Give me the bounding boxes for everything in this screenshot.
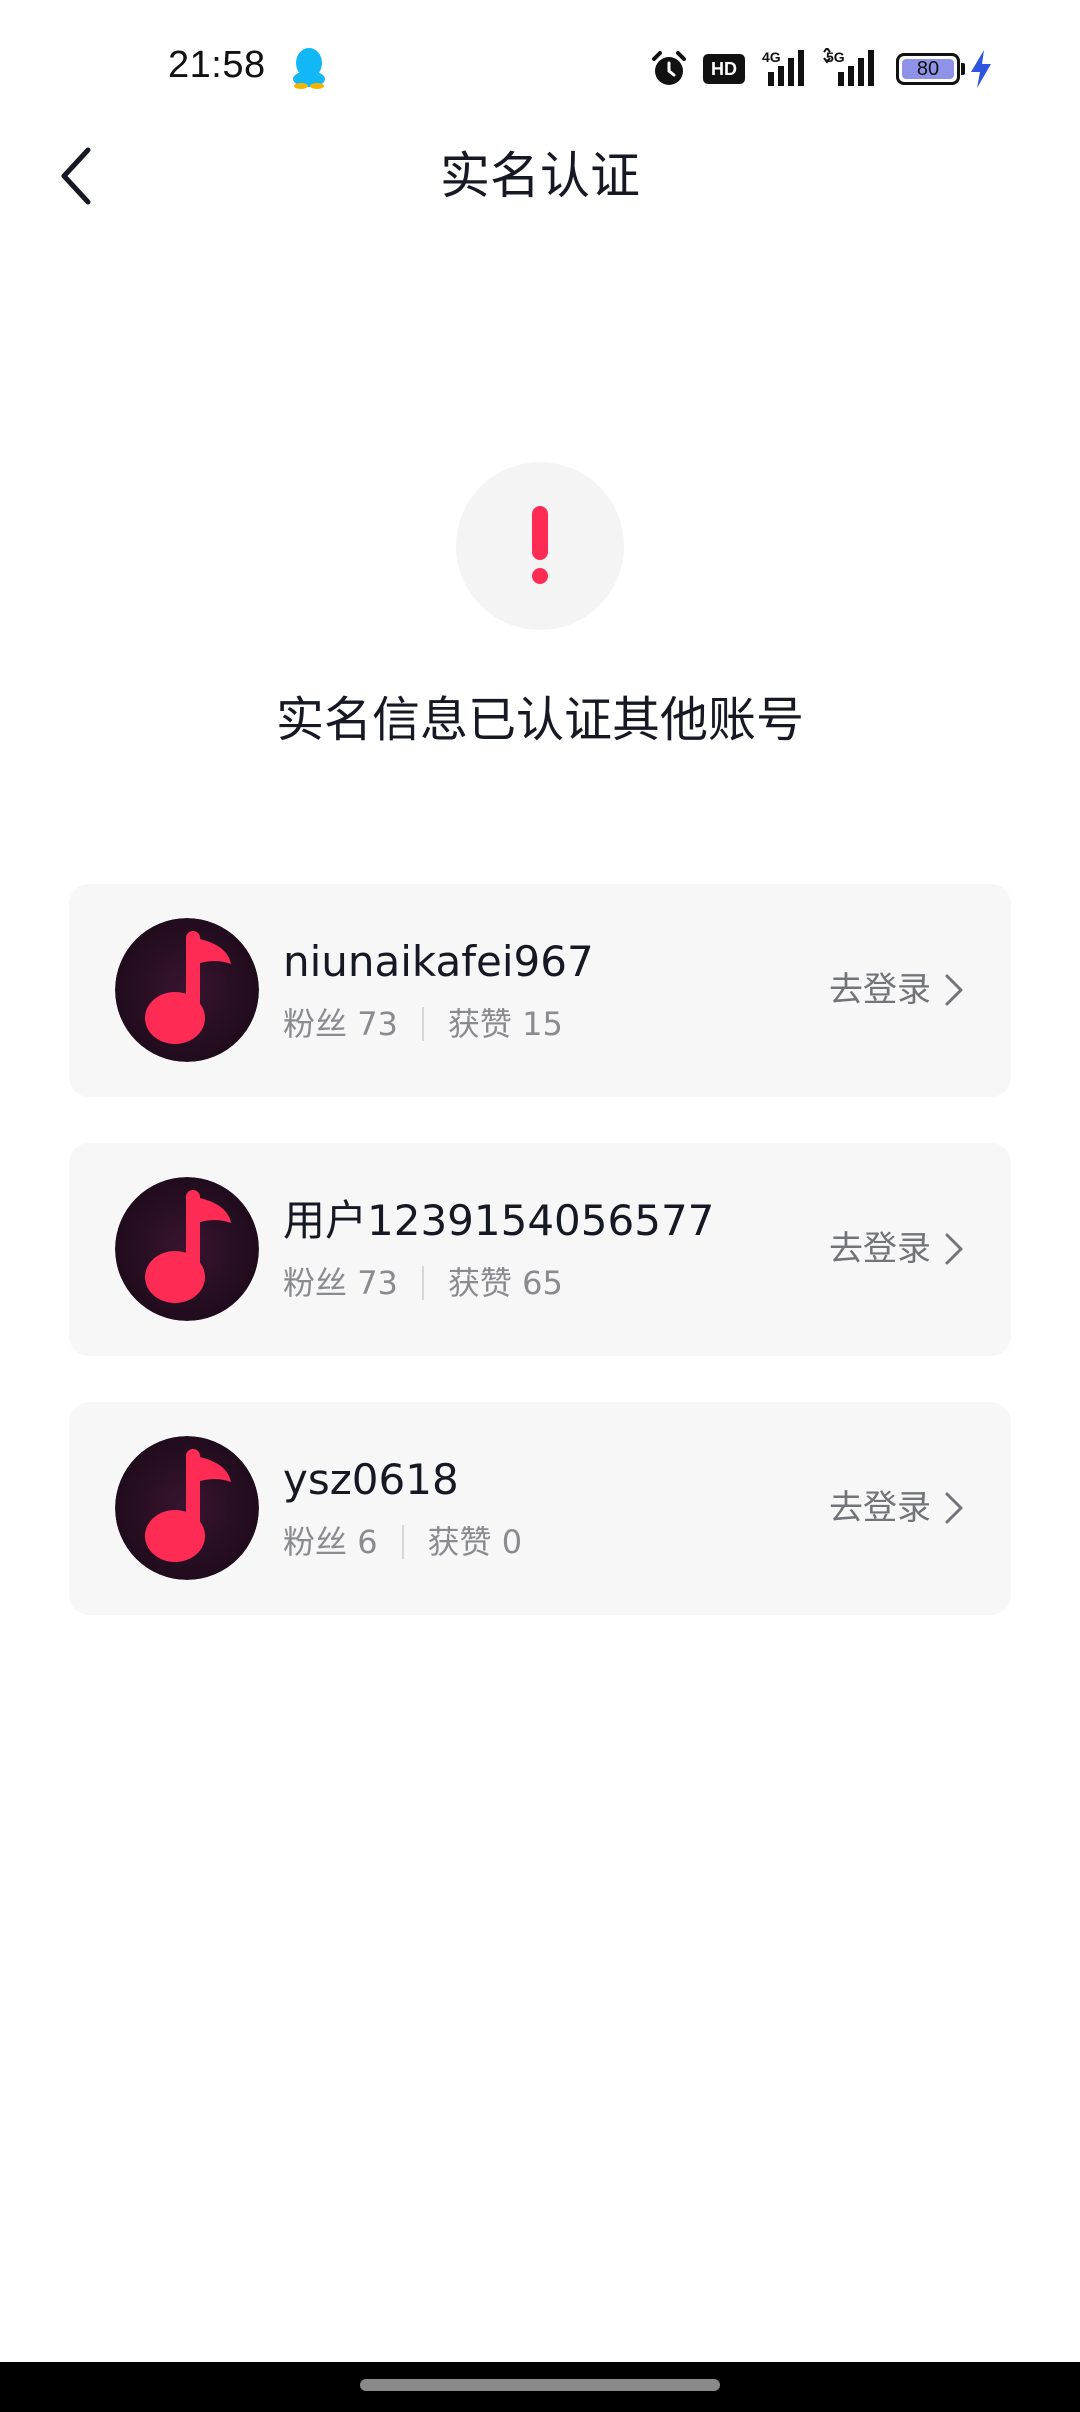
avatar xyxy=(115,1177,259,1321)
likes-count: 15 xyxy=(522,1005,563,1043)
account-stats: 粉丝 73 获赞 65 xyxy=(283,1261,563,1305)
account-name: niunaikafei967 xyxy=(283,937,594,986)
fans-count: 73 xyxy=(357,1005,398,1043)
status-bar: 21:58 HD 4G 5G 80 xyxy=(0,0,1080,140)
account-card[interactable]: ysz0618 粉丝 6 获赞 0 去登录 xyxy=(69,1402,1011,1615)
hd-icon: HD xyxy=(703,54,745,84)
music-note-icon xyxy=(115,1177,259,1321)
avatar xyxy=(115,1436,259,1580)
alert-message: 实名信息已认证其他账号 xyxy=(275,692,804,748)
fans-label: 粉丝 xyxy=(283,1523,348,1561)
page-title: 实名认证 xyxy=(440,147,640,205)
chevron-right-icon xyxy=(945,1492,963,1524)
likes-label: 获赞 xyxy=(427,1523,492,1561)
account-list: niunaikafei967 粉丝 73 获赞 15 去登录 用户1239154… xyxy=(69,884,1011,1661)
stat-divider xyxy=(401,1525,404,1559)
music-note-icon xyxy=(115,918,259,1062)
signal-5g-icon: 5G xyxy=(823,48,874,86)
qq-icon xyxy=(293,48,325,89)
alarm-icon xyxy=(652,51,686,85)
go-login-button[interactable]: 去登录 xyxy=(829,962,965,1018)
likes-count: 65 xyxy=(522,1264,563,1302)
svg-text:4G: 4G xyxy=(762,49,781,65)
alert-badge xyxy=(456,462,624,630)
account-card[interactable]: 用户1239154056577 粉丝 73 获赞 65 去登录 xyxy=(69,1143,1011,1356)
music-note-icon xyxy=(115,1436,259,1580)
fans-count: 73 xyxy=(357,1264,398,1302)
account-stats: 粉丝 73 获赞 15 xyxy=(283,1002,563,1046)
chevron-left-icon xyxy=(61,147,91,205)
fans-count: 6 xyxy=(357,1523,378,1561)
status-time: 21:58 xyxy=(168,44,266,86)
likes-label: 获赞 xyxy=(447,1005,512,1043)
avatar xyxy=(115,918,259,1062)
stat-divider xyxy=(421,1266,424,1300)
back-button[interactable] xyxy=(46,140,106,212)
stat-divider xyxy=(421,1007,424,1041)
account-card[interactable]: niunaikafei967 粉丝 73 获赞 15 去登录 xyxy=(69,884,1011,1097)
fans-label: 粉丝 xyxy=(283,1005,348,1043)
go-login-label: 去登录 xyxy=(829,970,931,1010)
account-name: ysz0618 xyxy=(283,1455,459,1504)
exclamation-icon xyxy=(532,506,548,584)
battery-icon: 80 xyxy=(896,53,960,85)
home-gesture-handle[interactable] xyxy=(360,2379,720,2391)
battery-level: 80 xyxy=(902,58,954,80)
charging-bolt-icon xyxy=(971,50,991,88)
account-name: 用户1239154056577 xyxy=(283,1196,715,1245)
account-stats: 粉丝 6 获赞 0 xyxy=(283,1520,522,1564)
battery-nub xyxy=(961,63,965,75)
go-login-button[interactable]: 去登录 xyxy=(829,1480,965,1536)
go-login-label: 去登录 xyxy=(829,1229,931,1269)
chevron-right-icon xyxy=(945,974,963,1006)
likes-count: 0 xyxy=(501,1523,523,1561)
likes-label: 获赞 xyxy=(447,1264,512,1302)
chevron-right-icon xyxy=(945,1233,963,1265)
go-login-button[interactable]: 去登录 xyxy=(829,1221,965,1277)
signal-4g-icon: 4G xyxy=(762,49,804,86)
go-login-label: 去登录 xyxy=(829,1488,931,1528)
fans-label: 粉丝 xyxy=(283,1264,348,1302)
